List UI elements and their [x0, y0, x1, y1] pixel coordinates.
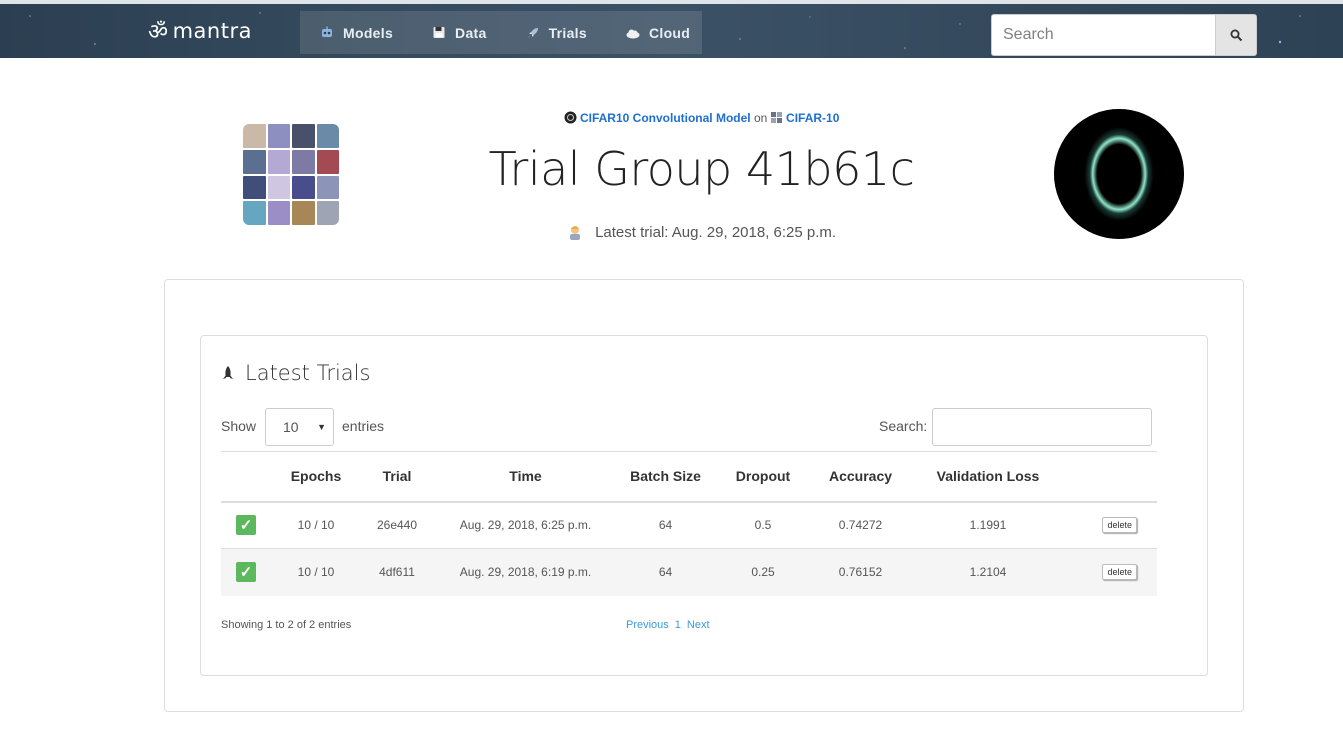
previous-page-button[interactable]: Previous	[626, 619, 669, 631]
brand-logo[interactable]: ॐ mantra	[148, 18, 252, 45]
nav-label: Cloud	[648, 24, 691, 41]
rocket-icon	[223, 366, 233, 379]
cell-trial: 4df611	[379, 565, 415, 580]
dataset-icon	[770, 112, 782, 123]
nav-label: Models	[343, 24, 394, 41]
cell-time: Aug. 29, 2018, 6:19 p.m.	[459, 565, 592, 580]
cell-accuracy: 0.74272	[838, 518, 883, 533]
card-title: Latest Trials	[221, 361, 370, 385]
column-header	[221, 452, 271, 502]
table-header-row: Epochs Trial Time Batch Size Dropout Acc…	[221, 451, 1157, 502]
model-link[interactable]: CIFAR10 Convolutional Model	[580, 111, 751, 125]
entries-label: entries	[342, 418, 385, 434]
card-title-text: Latest Trials	[245, 361, 371, 385]
top-navbar: ॐ mantra Models Data Trials Cloud Search	[0, 0, 1343, 58]
table-search-input[interactable]	[932, 408, 1152, 446]
robot-icon	[322, 26, 332, 37]
trials-table: Epochs Trial Time Batch Size Dropout Acc…	[221, 451, 1157, 596]
entries-value: 10	[283, 419, 299, 435]
om-symbol-icon: ॐ	[148, 20, 169, 45]
cell-val-loss: 1.1991	[969, 518, 1007, 533]
nav-item-trials[interactable]: Trials	[506, 11, 606, 54]
caret-down-icon: ▼	[317, 422, 326, 432]
next-page-button[interactable]: Next	[687, 619, 710, 631]
delete-button[interactable]: delete	[1102, 517, 1137, 534]
column-header[interactable]: Epochs	[271, 452, 361, 502]
floppy-disk-icon	[433, 27, 445, 38]
pagination: Previous 1 Next	[626, 619, 710, 631]
navbar-search	[991, 14, 1257, 56]
rocket-icon	[527, 27, 538, 38]
search-button[interactable]	[1215, 14, 1257, 56]
show-label: Show	[221, 418, 257, 434]
cell-dropout: 0.25	[751, 565, 775, 580]
main-nav: Models Data Trials Cloud	[300, 11, 702, 54]
cell-dropout: 0.5	[754, 518, 772, 533]
nav-label: Data	[455, 24, 487, 41]
table-search-label: Search:	[879, 418, 928, 434]
search-icon	[1230, 29, 1242, 41]
cell-epochs: 10 / 10	[297, 565, 335, 580]
cell-val-loss: 1.2104	[969, 565, 1007, 580]
group-image	[1054, 109, 1184, 239]
cell-trial: 26e440	[376, 518, 418, 533]
column-header	[1068, 452, 1157, 502]
cell-accuracy: 0.76152	[838, 565, 883, 580]
cloud-icon	[626, 29, 640, 38]
latest-trial-text: Latest trial: Aug. 29, 2018, 6:25 p.m.	[595, 224, 837, 241]
nav-item-models[interactable]: Models	[300, 11, 412, 54]
table-info: Showing 1 to 2 of 2 entries	[221, 619, 352, 631]
cell-time: Aug. 29, 2018, 6:25 p.m.	[459, 518, 592, 533]
cell-batch-size: 64	[658, 518, 673, 533]
page-1-button[interactable]: 1	[675, 619, 681, 631]
column-header[interactable]: Time	[433, 452, 618, 502]
table-row[interactable]: ✓ 10 / 10 4df611 Aug. 29, 2018, 6:19 p.m…	[221, 548, 1157, 596]
nav-item-cloud[interactable]: Cloud	[606, 11, 709, 54]
dataset-link[interactable]: CIFAR-10	[786, 111, 839, 125]
checkmark-icon: ✓	[236, 562, 256, 583]
column-header[interactable]: Dropout	[713, 452, 813, 502]
cell-batch-size: 64	[658, 565, 673, 580]
nav-item-data[interactable]: Data	[412, 11, 506, 54]
column-header[interactable]: Validation Loss	[908, 452, 1068, 502]
table-row[interactable]: ✓ 10 / 10 26e440 Aug. 29, 2018, 6:25 p.m…	[221, 502, 1157, 549]
column-header[interactable]: Accuracy	[813, 452, 908, 502]
scientist-icon	[569, 226, 580, 240]
cell-epochs: 10 / 10	[297, 518, 335, 533]
delete-button[interactable]: delete	[1102, 564, 1137, 581]
search-input[interactable]	[991, 14, 1215, 56]
column-header[interactable]: Batch Size	[618, 452, 713, 502]
model-icon	[564, 111, 577, 124]
entries-select[interactable]: 10 ▼	[265, 408, 334, 446]
column-header[interactable]: Trial	[361, 452, 433, 502]
on-text: on	[753, 111, 768, 125]
brand-name: mantra	[172, 19, 252, 43]
nav-label: Trials	[548, 24, 587, 41]
checkmark-icon: ✓	[236, 515, 256, 536]
